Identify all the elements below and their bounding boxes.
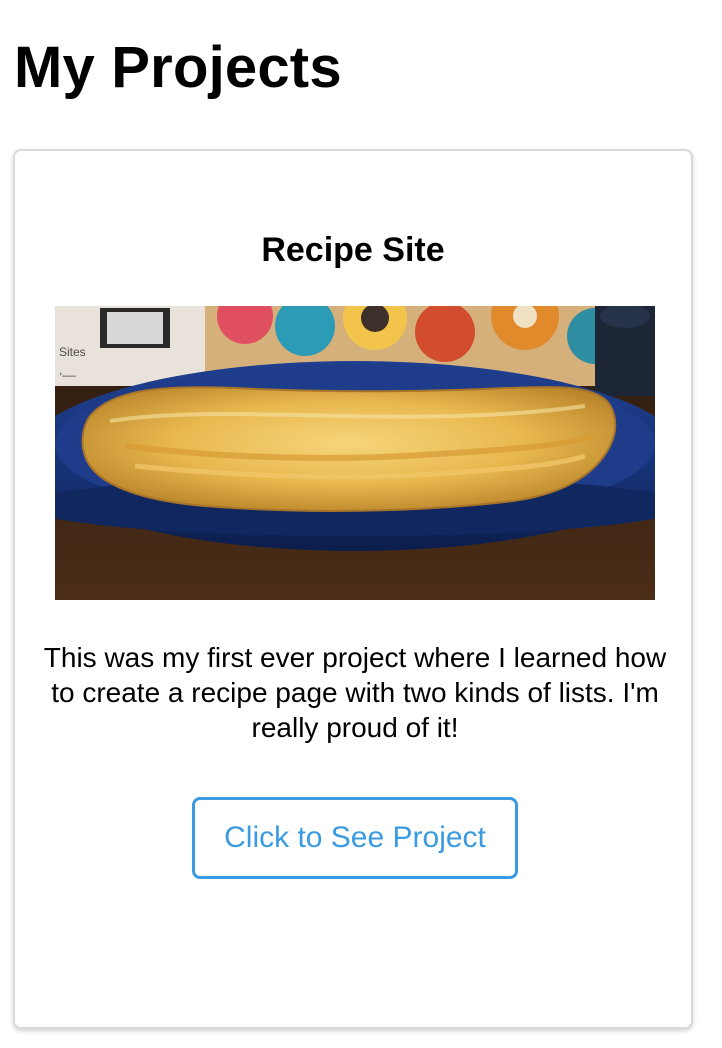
project-description: This was my first ever project where I l…	[43, 642, 667, 743]
page: My Projects Recipe Site Sites ,__ This w…	[0, 0, 722, 1048]
page-title: My Projects	[14, 35, 342, 100]
project-card: Recipe Site Sites ,__ This was my first …	[13, 149, 693, 1029]
svg-text:Sites: Sites	[59, 345, 86, 359]
see-project-button[interactable]: Click to See Project	[192, 797, 518, 879]
project-title: Recipe Site	[261, 231, 445, 269]
svg-text:,__: ,__	[59, 363, 76, 377]
project-image: Sites ,__	[55, 306, 655, 600]
